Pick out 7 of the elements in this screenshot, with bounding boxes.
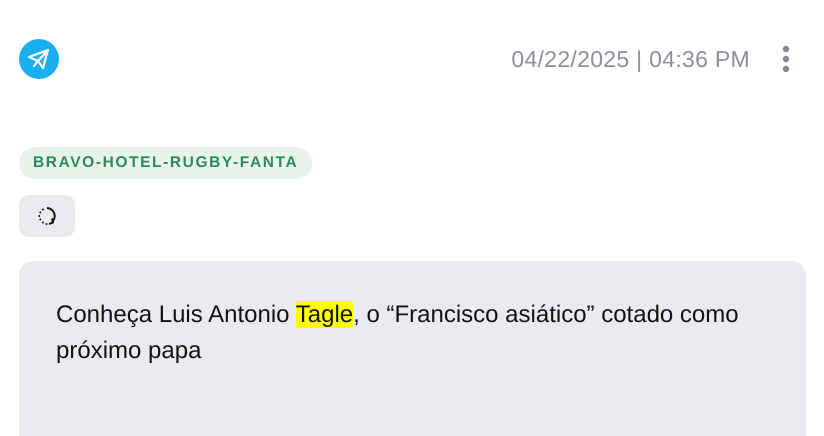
refresh-icon	[36, 205, 58, 227]
more-options-icon[interactable]	[782, 45, 790, 73]
refresh-button[interactable]	[19, 195, 75, 237]
tag-label: BRAVO-HOTEL-RUGBY-FANTA	[19, 147, 312, 179]
timestamp: 04/22/2025 | 04:36 PM	[511, 46, 750, 72]
message-text: Conheça Luis Antonio Tagle, o “Francisco asiático” cotado como próximo papa	[56, 300, 740, 366]
paper-plane-icon	[19, 39, 59, 79]
